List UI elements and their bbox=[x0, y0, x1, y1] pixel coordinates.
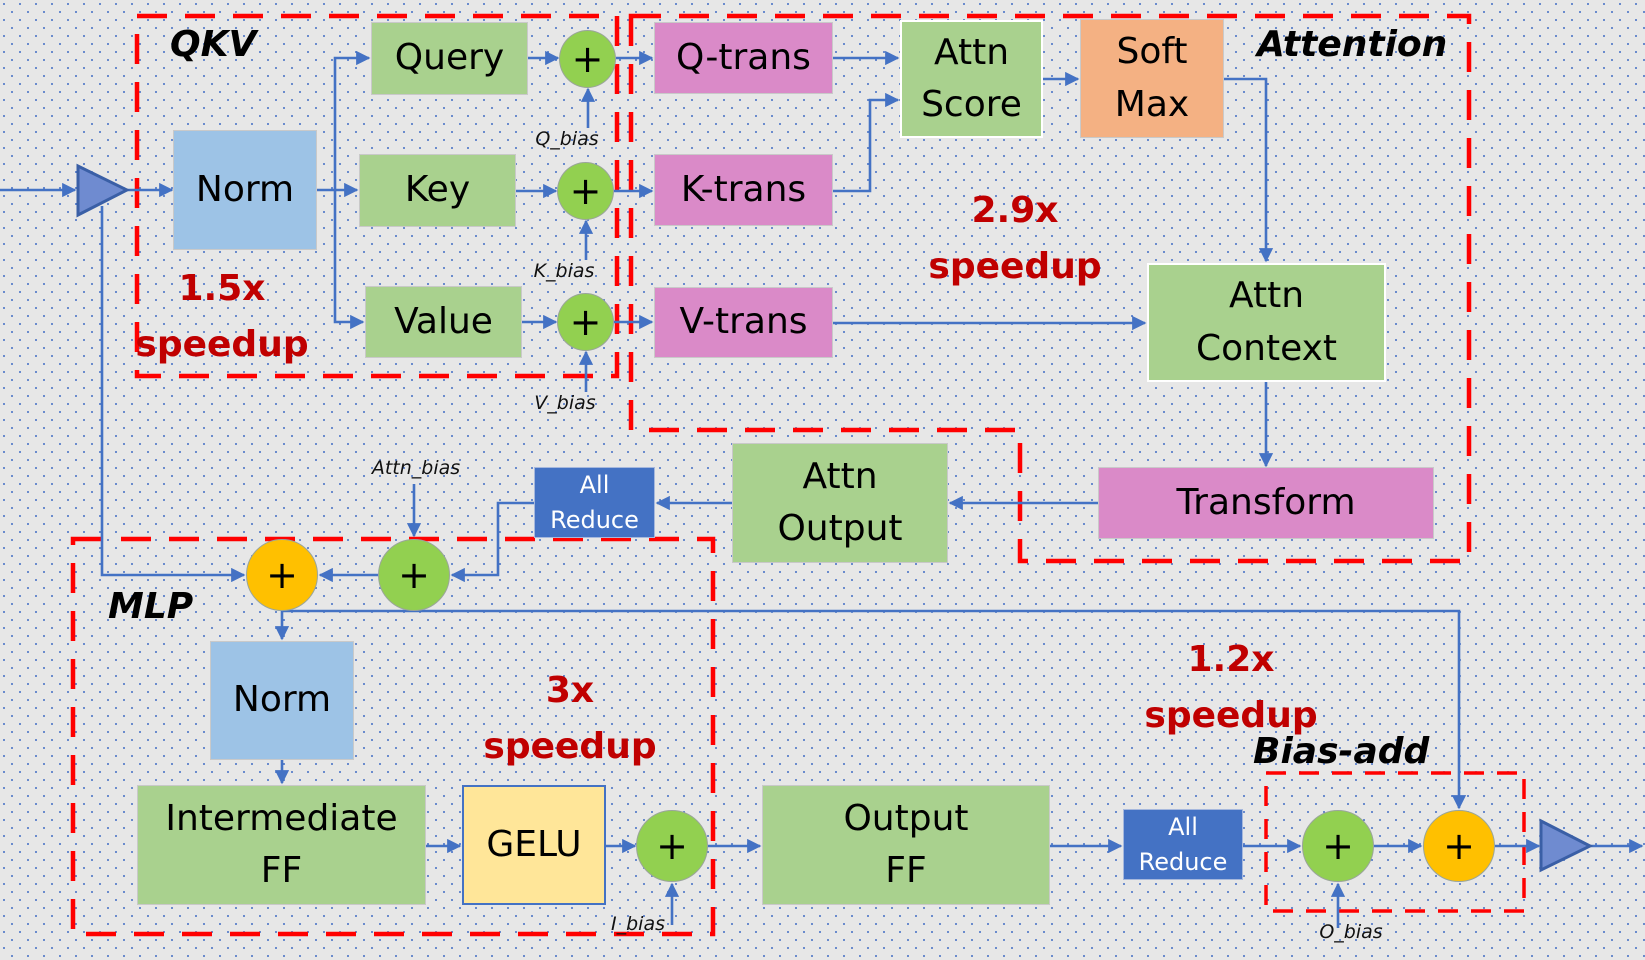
attention-speedup-label: 2.9x speedup bbox=[928, 190, 1102, 287]
all-reduce-output-block[interactable]: All Reduce bbox=[1123, 809, 1243, 880]
attention-region-label: Attention bbox=[1257, 24, 1448, 65]
output-bias-adder[interactable]: + bbox=[1302, 810, 1374, 882]
qkv-speedup-label: 1.5x speedup bbox=[135, 268, 309, 365]
softmax-block[interactable]: Soft Max bbox=[1080, 19, 1224, 138]
mlp-norm-block[interactable]: Norm bbox=[210, 641, 354, 760]
v-bias-label: V_bias bbox=[534, 392, 596, 414]
k-bias-label: K_bias bbox=[533, 260, 595, 282]
wire-ktrans-to-score bbox=[833, 92, 900, 193]
mlp-speedup-label: 3x speedup bbox=[483, 670, 657, 767]
wire-softmax-to-context bbox=[1224, 77, 1274, 263]
key-block[interactable]: Key bbox=[359, 154, 516, 227]
attn-bias-label: Attn_bias bbox=[371, 457, 461, 479]
qkv-region-label: QKV bbox=[170, 24, 257, 65]
query-bias-adder[interactable]: + bbox=[559, 30, 616, 88]
o-bias-label: O_bias bbox=[1319, 921, 1383, 943]
attn-bias-adder[interactable]: + bbox=[378, 539, 450, 611]
attn-output-block[interactable]: Attn Output bbox=[732, 443, 948, 563]
qkv-norm-block[interactable]: Norm bbox=[173, 130, 317, 250]
k-trans-block[interactable]: K-trans bbox=[654, 154, 833, 226]
i-bias-label: I_bias bbox=[611, 913, 665, 935]
query-block[interactable]: Query bbox=[371, 22, 528, 95]
attn-score-block[interactable]: Attn Score bbox=[900, 20, 1043, 138]
value-block[interactable]: Value bbox=[365, 286, 522, 358]
output-ff-block[interactable]: Output FF bbox=[762, 785, 1050, 905]
mlp-residual-adder[interactable]: + bbox=[1423, 810, 1495, 882]
all-reduce-attention-block[interactable]: All Reduce bbox=[534, 467, 655, 538]
v-trans-block[interactable]: V-trans bbox=[654, 287, 833, 358]
value-bias-adder[interactable]: + bbox=[557, 293, 614, 351]
attn-context-block[interactable]: Attn Context bbox=[1147, 263, 1386, 382]
intermediate-bias-adder[interactable]: + bbox=[636, 810, 708, 882]
key-bias-adder[interactable]: + bbox=[557, 162, 614, 220]
transform-block[interactable]: Transform bbox=[1098, 467, 1434, 539]
attention-residual-adder[interactable]: + bbox=[246, 539, 318, 611]
q-bias-label: Q_bias bbox=[535, 128, 599, 150]
q-trans-block[interactable]: Q-trans bbox=[654, 22, 833, 94]
bias-add-speedup-label: 1.2x speedup bbox=[1144, 639, 1318, 736]
output-buffer-triangle-icon bbox=[1539, 818, 1594, 873]
mlp-region-label: MLP bbox=[108, 586, 194, 627]
intermediate-ff-block[interactable]: Intermediate FF bbox=[137, 785, 426, 905]
gelu-block[interactable]: GELU bbox=[462, 785, 606, 905]
